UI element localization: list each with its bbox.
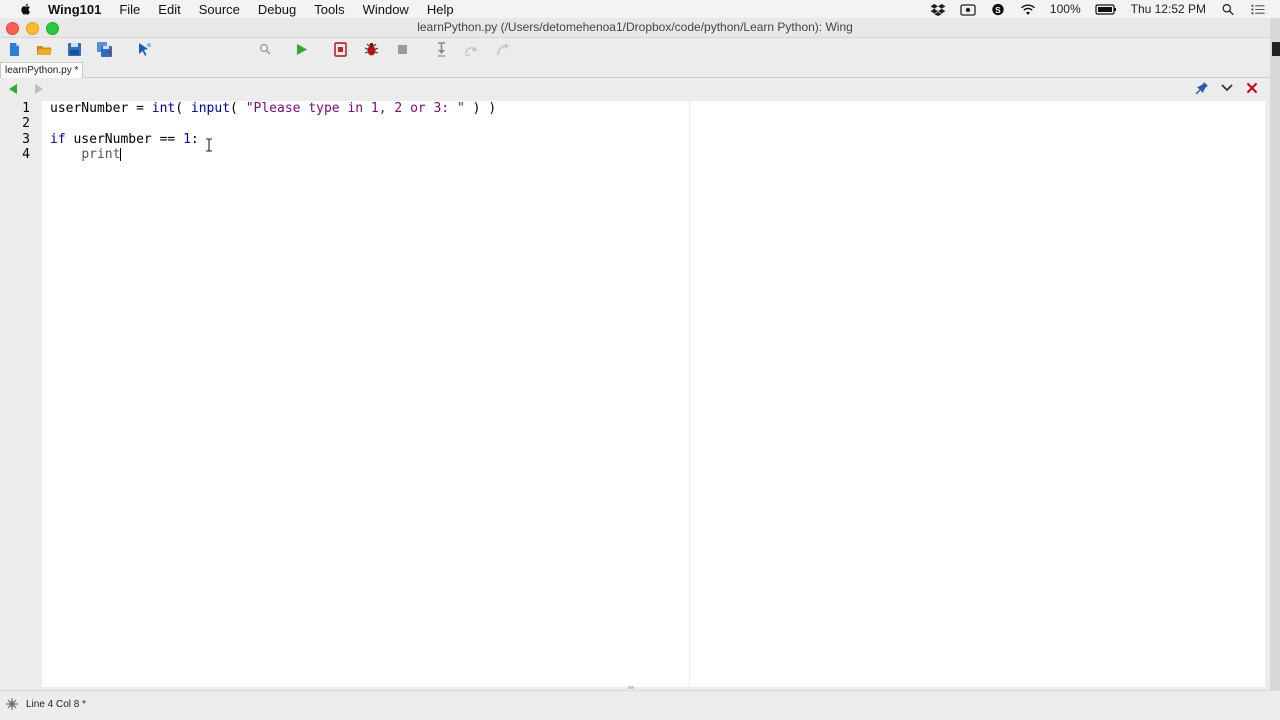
pin-icon[interactable] — [1195, 81, 1209, 95]
code-line[interactable]: userNumber = int( input( "Please type in… — [50, 101, 496, 116]
back-arrow-icon[interactable] — [7, 83, 19, 95]
code-editor[interactable]: 1 2 3 4 userNumber = int( input( "Please… — [0, 101, 1265, 689]
code-line[interactable] — [50, 116, 496, 131]
code-line[interactable]: if userNumber == 1: — [50, 132, 496, 147]
menu-app-name[interactable]: Wing101 — [48, 2, 101, 17]
spotlight-icon[interactable] — [1220, 3, 1236, 16]
code-token: : — [190, 131, 199, 147]
wifi-icon[interactable] — [1020, 3, 1036, 16]
splitter-handle[interactable] — [628, 686, 634, 689]
resize-knob[interactable] — [1272, 42, 1280, 56]
forward-arrow-icon[interactable] — [33, 83, 45, 95]
line-number: 1 — [22, 101, 30, 116]
code-token: userNumber — [50, 101, 129, 116]
tab-learnpython[interactable]: learnPython.py * — [0, 62, 84, 78]
skype-icon[interactable]: S — [990, 3, 1006, 16]
code-line[interactable]: print — [50, 147, 496, 162]
window-titlebar: learnPython.py (/Users/detomehenoa1/Drop… — [0, 18, 1270, 38]
pointer-icon[interactable] — [136, 41, 153, 58]
menu-file[interactable]: File — [119, 2, 140, 17]
code-token: ( — [230, 101, 246, 116]
menubar-clock[interactable]: Thu 12:52 PM — [1131, 2, 1206, 16]
status-bar: Line 4 Col 8 * — [0, 690, 1280, 717]
code-token: print — [81, 146, 121, 162]
search-icon[interactable] — [258, 42, 272, 56]
menu-window[interactable]: Window — [363, 2, 409, 17]
bug-status-icon[interactable] — [5, 697, 19, 711]
screen-record-icon[interactable] — [960, 3, 976, 16]
menu-edit[interactable]: Edit — [158, 2, 180, 17]
code-token: = — [128, 101, 152, 116]
battery-percent: 100% — [1049, 2, 1081, 16]
cursor-position-status: Line 4 Col 8 * — [26, 699, 87, 710]
line-number: 2 — [22, 116, 30, 132]
open-folder-icon[interactable] — [36, 41, 53, 58]
apple-icon[interactable] — [18, 2, 34, 16]
macos-menubar: Wing101 File Edit Source Debug Tools Win… — [0, 0, 1280, 18]
code-token: ( — [175, 101, 191, 116]
menu-help[interactable]: Help — [427, 2, 454, 17]
menu-source[interactable]: Source — [199, 2, 240, 17]
code-token: int — [151, 101, 176, 116]
code-token: 1 — [183, 131, 191, 147]
save-icon[interactable] — [66, 41, 83, 58]
line-number: 4 — [22, 146, 30, 162]
save-all-icon[interactable] — [96, 41, 113, 58]
debug-file-icon[interactable] — [332, 41, 349, 58]
notification-center-icon[interactable] — [1250, 3, 1266, 16]
code-token: ) ) — [464, 101, 497, 116]
stop-icon[interactable] — [394, 41, 411, 58]
code-token: if — [50, 131, 66, 147]
battery-icon[interactable] — [1095, 3, 1117, 16]
window-title: learnPython.py (/Users/detomehenoa1/Drop… — [417, 20, 853, 34]
code-token: "Please type in 1, 2 or 3: " — [245, 101, 465, 116]
close-editor-icon[interactable] — [1246, 82, 1258, 94]
new-file-icon[interactable] — [6, 41, 23, 58]
code-token: input — [190, 101, 231, 116]
step-into-icon[interactable] — [433, 41, 450, 58]
text-cursor-icon — [206, 138, 212, 152]
step-out-icon[interactable] — [494, 41, 511, 58]
bug-icon[interactable] — [363, 41, 380, 58]
code-token: userNumber == — [65, 131, 184, 147]
editor-tab-bar: learnPython.py * — [0, 62, 1270, 78]
menu-tools[interactable]: Tools — [314, 2, 344, 17]
text-caret — [120, 147, 122, 161]
window-edge — [1270, 18, 1280, 690]
edge-guide-line — [689, 101, 690, 687]
code-text[interactable]: userNumber = int( input( "Please type in… — [50, 101, 496, 162]
step-over-icon[interactable] — [463, 41, 480, 58]
run-icon[interactable] — [293, 41, 310, 58]
chevron-down-icon[interactable] — [1221, 83, 1233, 93]
dropbox-icon[interactable] — [930, 3, 946, 16]
menu-debug[interactable]: Debug — [258, 2, 296, 17]
editor-nav-bar — [0, 78, 1270, 100]
toolbar — [0, 38, 1270, 95]
svg-text:S: S — [995, 5, 1001, 14]
line-number: 3 — [22, 131, 30, 147]
line-number-gutter: 1 2 3 4 — [0, 101, 42, 687]
